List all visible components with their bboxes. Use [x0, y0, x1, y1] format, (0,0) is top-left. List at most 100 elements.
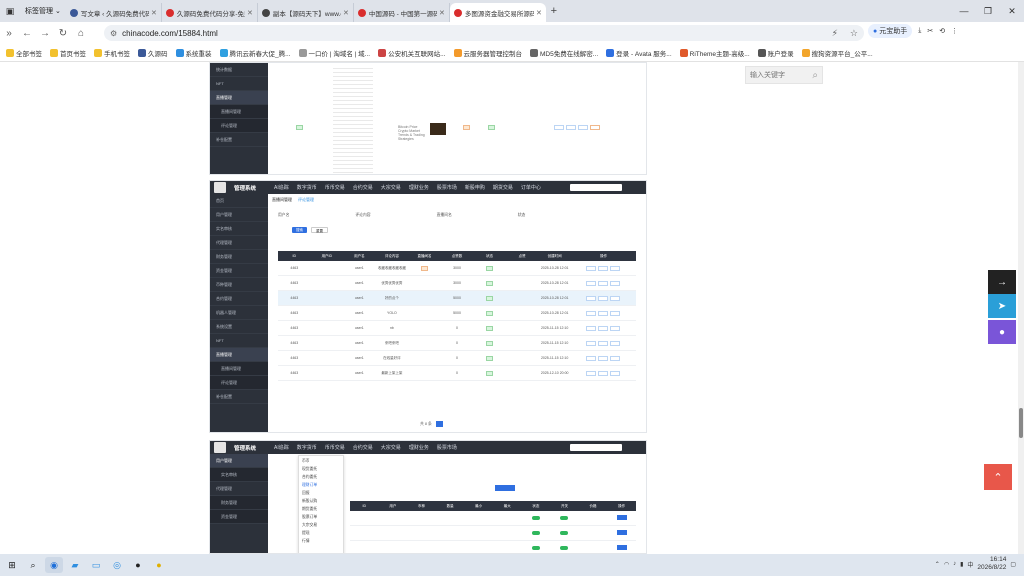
history-icon[interactable]: ⟲ — [939, 27, 945, 35]
clock-date: 2026/8/22 — [977, 564, 1007, 571]
site-icon — [175, 48, 184, 57]
favicon-icon — [261, 8, 270, 17]
bookmark-item[interactable]: 全部书签 — [6, 48, 42, 58]
bookmark-item[interactable]: 公安机关互联网站... — [378, 48, 446, 58]
sidebar-item: 币种管理 — [210, 278, 268, 292]
home-icon[interactable]: ⌂ — [72, 28, 90, 39]
file-explorer-icon[interactable]: ▰ — [66, 557, 84, 573]
menu-icon[interactable]: ⋮ — [951, 27, 958, 35]
qq-button[interactable]: ● — [988, 320, 1016, 344]
admin-nav-item: 币币交易 — [324, 185, 345, 191]
table-row: 4463 user1 nb 0 2025-11-15 12:10 — [278, 321, 636, 336]
sidebar-item: 补仓配置 — [210, 390, 268, 404]
sidebar-toggle-icon[interactable]: » — [0, 28, 18, 39]
arrow-up-icon: ⌃ — [993, 471, 1003, 484]
sidebar-item: 合约管理 — [210, 292, 268, 306]
site-info-icon[interactable]: ⚙ — [110, 29, 117, 38]
battery-icon[interactable]: ▮ — [960, 561, 963, 568]
clock[interactable]: 16:14 2026/8/22 — [977, 556, 1006, 572]
admin-nav-item: 数字货币 — [296, 445, 317, 451]
tab-group[interactable]: 标签管理 ⌄ — [20, 6, 66, 16]
arrow-right-button[interactable]: → — [988, 270, 1016, 294]
search-icon[interactable]: ⌕ — [812, 70, 818, 81]
admin-search-box — [570, 444, 622, 451]
close-icon[interactable]: ✕ — [343, 9, 349, 17]
taskbar: ⊞ ⌕ ◉ ▰ ▭ ◎ ● ● ⌃ ◠ ♪ ▮ 中 16:14 2026/8/2… — [0, 554, 1024, 576]
bookmark-item[interactable]: 登录 - Avata 服务... — [606, 48, 672, 58]
restore-icon[interactable]: ❐ — [976, 0, 1000, 22]
bookmark-item[interactable]: 手机书签 — [94, 48, 130, 58]
close-icon[interactable]: ✕ — [439, 9, 445, 17]
table-row: 4463 user1 最新上架上架 0 2025-12-10 20:00 — [278, 366, 636, 381]
close-icon[interactable]: ✕ — [536, 9, 542, 17]
bookmark-item[interactable]: 搜狗资源平台_公平... — [801, 48, 873, 58]
scrollbar-thumb[interactable] — [1019, 408, 1023, 438]
back-to-top-button[interactable]: ⌃ — [984, 464, 1012, 490]
browser-taskbar-icon[interactable]: ◉ — [45, 557, 63, 573]
sidebar-item: NFT — [210, 77, 268, 91]
bookmark-item[interactable]: 账户登录 — [757, 48, 794, 58]
reload-icon[interactable]: ↻ — [54, 28, 72, 39]
ime-indicator[interactable]: 中 — [967, 560, 973, 569]
minimize-icon[interactable]: — — [952, 0, 976, 22]
browser-tab-3[interactable]: 副本【源码天下】www.chinacode✕ — [258, 3, 354, 22]
search-icon[interactable]: ⌕ — [24, 557, 42, 573]
browser-tab-4[interactable]: 中国源码 - 中国第一源码下载与交✕ — [354, 3, 450, 22]
table-row: 4463 user1 来吧来吧 0 2025-11-15 12:10 — [278, 336, 636, 351]
new-tab-button[interactable]: + — [546, 5, 562, 17]
site-icon — [679, 48, 688, 57]
toggle-switch — [531, 515, 540, 520]
bookmark-item[interactable]: 一口价 | 淘域名 | 域... — [298, 48, 370, 58]
bookmark-item[interactable]: RiTheme主题-高级... — [679, 48, 750, 58]
menu-item: 行情 — [302, 539, 310, 543]
sidebar-item: 资金管理 — [210, 510, 268, 524]
tray-chevron-icon[interactable]: ⌃ — [935, 561, 940, 568]
bookmark-item[interactable]: 首页书签 — [50, 48, 86, 58]
network-app-icon[interactable]: ◎ — [108, 557, 126, 573]
sidebar-item: 实名审核 — [210, 222, 268, 236]
extensions-icon[interactable]: ✂ — [927, 27, 933, 35]
toggle-switch — [560, 545, 569, 550]
qq-taskbar-icon[interactable]: ● — [129, 557, 147, 573]
browser-tab-1[interactable]: 写文章 ‹ 久源码免费代码分享 — W✕ — [66, 3, 162, 22]
lightning-icon[interactable]: ⚡ — [832, 28, 838, 39]
downloads-icon[interactable]: ⤓ — [918, 27, 921, 35]
bookmark-item[interactable]: 腾讯云新春大促_腾... — [219, 48, 291, 58]
admin-nav-item: AI追踪 — [274, 445, 289, 451]
close-icon[interactable]: ✕ — [151, 9, 157, 17]
sidebar-item: 直播间管理 — [210, 105, 268, 119]
admin-nav-item: 新股申购 — [464, 185, 485, 191]
notification-icon[interactable]: ▢ — [1010, 561, 1016, 568]
forward-icon[interactable]: → — [36, 28, 54, 39]
telegram-button[interactable]: ➤ — [988, 294, 1016, 318]
profile-assistant-button[interactable]: ● 元宝助手 — [868, 24, 913, 38]
sidebar-item: 机器人管理 — [210, 306, 268, 320]
address-bar: » ← → ↻ ⌂ ⚙ chinacode.com/15884.html ⚡ ☆ … — [0, 22, 1024, 44]
table-row: 4463 user1 优秀优秀优秀 3000 2025-10-28 12:01 — [278, 276, 636, 291]
windows-start-icon[interactable]: ⊞ — [3, 557, 21, 573]
close-window-icon[interactable]: ✕ — [1000, 0, 1024, 22]
search-input[interactable]: 输入关键字 ⌕ — [745, 66, 823, 84]
menu-item: 现货委托 — [302, 467, 318, 471]
bookmark-item[interactable]: 久源码 — [138, 48, 168, 58]
bookmark-item[interactable]: MD5免费在线解密... — [530, 48, 598, 58]
wifi-icon[interactable]: ◠ — [944, 561, 949, 568]
page-scrollbar[interactable] — [1018, 62, 1024, 554]
browser-tab-2[interactable]: 久源码免费代码分享-免费游戏源码✕ — [162, 3, 258, 22]
star-icon[interactable]: ☆ — [850, 28, 858, 39]
status-badge — [463, 125, 470, 130]
url-input[interactable]: ⚙ chinacode.com/15884.html ⚡ ☆ — [104, 25, 864, 41]
back-icon[interactable]: ← — [18, 28, 36, 39]
favicon-icon — [165, 8, 174, 17]
app-taskbar-icon[interactable]: ▭ — [87, 557, 105, 573]
bookmark-item[interactable]: 云服务器管理控制台 — [453, 48, 522, 58]
close-icon[interactable]: ✕ — [247, 9, 253, 17]
admin-nav-item: 合约交易 — [352, 445, 373, 451]
browser-tab-5-active[interactable]: 多图源资金融交易所源码/ave✕ — [449, 3, 546, 22]
volume-icon[interactable]: ♪ — [953, 561, 956, 567]
admin-nav-item: 理财业务 — [408, 185, 429, 191]
page-content: 统计数据 NFT 直播管理 直播间管理 评论管理 补仓配置 Bitcoin Pr… — [0, 62, 1024, 554]
tab-menu-icon[interactable]: ▣ — [0, 0, 20, 22]
bookmark-item[interactable]: 系统重装 — [175, 48, 212, 58]
app-taskbar-icon[interactable]: ● — [150, 557, 168, 573]
